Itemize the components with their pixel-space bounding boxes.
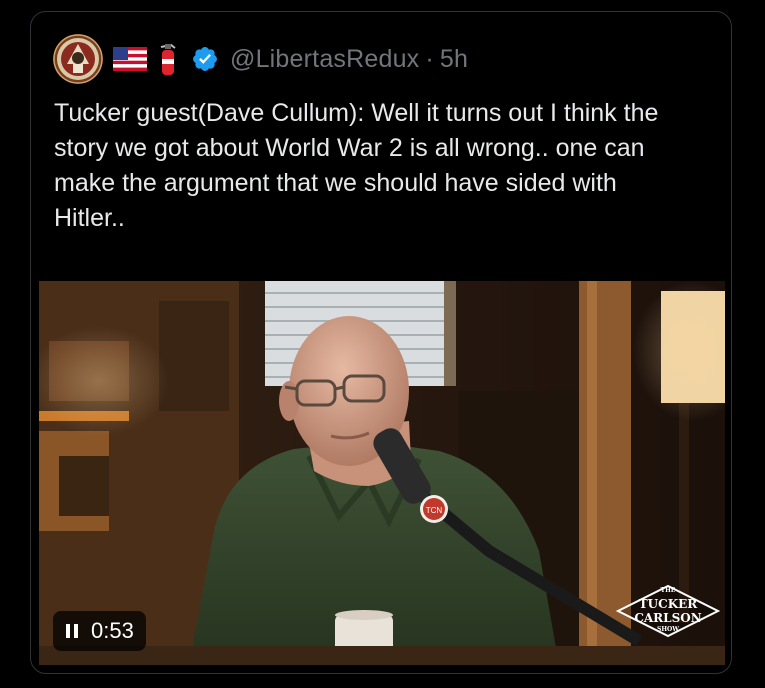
mic-badge-text: TCN [426, 506, 443, 515]
avatar[interactable] [53, 34, 103, 84]
playback-status[interactable]: 0:53 [53, 611, 146, 651]
logo-line-1: THE [660, 587, 676, 594]
logo-line-3: CARLSON [634, 611, 702, 625]
video-player[interactable]: TCN 0:53 THE TUCKER CARLSON SHOW [39, 281, 725, 665]
timestamp[interactable]: 5h [440, 45, 468, 73]
elapsed-time: 0:53 [91, 618, 134, 643]
logo-line-4: SHOW [657, 626, 679, 633]
logo-line-2: TUCKER [638, 597, 698, 611]
show-logo: THE TUCKER CARLSON SHOW [613, 581, 723, 641]
us-flag-icon [113, 47, 147, 71]
separator-dot: · [425, 44, 434, 73]
fire-extinguisher-icon [157, 42, 179, 76]
tweet-card[interactable]: @LibertasRedux · 5h Tucker guest(Dave Cull… [30, 11, 732, 674]
verified-badge-icon [191, 45, 219, 73]
pause-icon[interactable] [65, 623, 79, 639]
tweet-text: Tucker guest(Dave Cullum): Well it turns… [54, 99, 659, 232]
user-handle[interactable]: @LibertasRedux [230, 45, 419, 73]
tweet-header: @LibertasRedux · 5h [53, 34, 468, 84]
handle-row: @LibertasRedux · 5h [230, 45, 468, 74]
